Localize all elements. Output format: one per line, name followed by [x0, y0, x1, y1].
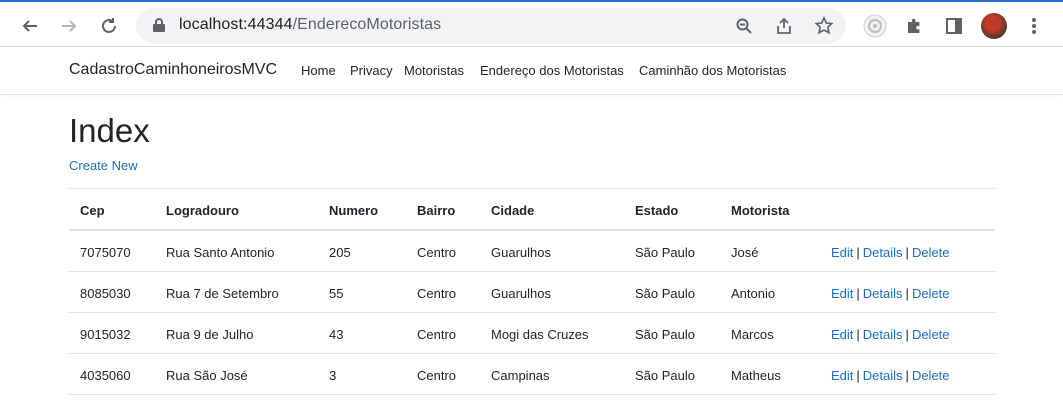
cell-cep: 7075070 — [80, 245, 131, 260]
edit-link[interactable]: Edit — [831, 327, 853, 342]
cell-logradouro: Rua 7 de Setembro — [166, 286, 279, 301]
cell-motorista: José — [731, 245, 759, 260]
nav-endereco-motoristas[interactable]: Endereço dos Motoristas — [480, 63, 624, 78]
table-row: 4035060 Rua São José 3 Centro Campinas S… — [69, 354, 995, 395]
table-row: 7075070 Rua Santo Antonio 205 Centro Gua… — [69, 231, 995, 272]
forward-button[interactable] — [55, 12, 83, 40]
action-separator: | — [905, 327, 909, 342]
row-actions: Edit | Details | Delete — [831, 327, 950, 342]
nav-caminhao-motoristas[interactable]: Caminhão dos Motoristas — [639, 63, 786, 78]
edit-link[interactable]: Edit — [831, 245, 853, 260]
header-motorista: Motorista — [731, 203, 790, 218]
header-logradouro: Logradouro — [166, 203, 239, 218]
bookmark-star-icon[interactable] — [813, 15, 835, 37]
reload-icon — [102, 18, 116, 33]
cell-logradouro: Rua Santo Antonio — [166, 245, 275, 260]
action-separator: | — [905, 368, 909, 383]
details-link[interactable]: Details — [863, 286, 903, 301]
action-separator: | — [856, 327, 860, 342]
delete-link[interactable]: Delete — [912, 245, 950, 260]
delete-link[interactable]: Delete — [912, 368, 950, 383]
table-row: 8085030 Rua 7 de Setembro 55 Centro Guar… — [69, 272, 995, 313]
cell-cep: 4035060 — [80, 368, 131, 383]
row-actions: Edit | Details | Delete — [831, 368, 950, 383]
page-title: Index — [69, 112, 150, 149]
zoom-icon[interactable] — [733, 15, 755, 37]
cell-cep: 9015032 — [80, 327, 131, 342]
edit-link[interactable]: Edit — [831, 286, 853, 301]
cell-numero: 43 — [329, 327, 344, 342]
details-link[interactable]: Details — [863, 368, 903, 383]
browser-toolbar: localhost:44344/EnderecoMotoristas — [0, 0, 1063, 47]
url-path: /EnderecoMotoristas — [292, 16, 442, 33]
forward-arrow-icon — [62, 20, 77, 32]
delete-link[interactable]: Delete — [912, 286, 950, 301]
action-separator: | — [905, 245, 909, 260]
action-separator: | — [856, 245, 860, 260]
cell-motorista: Antonio — [731, 286, 776, 301]
cell-estado: São Paulo — [635, 368, 695, 383]
nav-privacy[interactable]: Privacy — [350, 63, 393, 78]
cell-cidade: Mogi das Cruzes — [491, 327, 589, 342]
more-menu-icon[interactable] — [1020, 12, 1048, 40]
back-button[interactable] — [16, 12, 44, 40]
address-bar[interactable]: localhost:44344/EnderecoMotoristas — [136, 8, 846, 43]
header-bairro: Bairro — [417, 203, 456, 218]
action-separator: | — [905, 286, 909, 301]
cell-numero: 205 — [329, 245, 351, 260]
brand-link[interactable]: CadastroCaminhoneirosMVC — [69, 61, 277, 79]
side-panel-icon[interactable] — [940, 12, 968, 40]
cell-bairro: Centro — [417, 368, 457, 383]
site-navbar: CadastroCaminhoneirosMVC Home Privacy Mo… — [0, 47, 1063, 95]
header-estado: Estado — [635, 203, 679, 218]
action-separator: | — [856, 286, 860, 301]
cell-logradouro: Rua São José — [166, 368, 248, 383]
cell-bairro: Centro — [417, 286, 457, 301]
header-cidade: Cidade — [491, 203, 535, 218]
cell-numero: 3 — [329, 368, 337, 383]
address-table: Cep Logradouro Numero Bairro Cidade Esta… — [69, 188, 995, 395]
header-numero: Numero — [329, 203, 379, 218]
url-host: localhost:44344 — [179, 16, 293, 33]
cell-cidade: Campinas — [491, 368, 550, 383]
edit-link[interactable]: Edit — [831, 368, 853, 383]
cell-estado: São Paulo — [635, 327, 695, 342]
row-actions: Edit | Details | Delete — [831, 286, 950, 301]
cell-cidade: Guarulhos — [491, 286, 551, 301]
cell-cidade: Guarulhos — [491, 245, 551, 260]
cell-motorista: Marcos — [731, 327, 774, 342]
cell-motorista: Matheus — [731, 368, 781, 383]
details-link[interactable]: Details — [863, 245, 903, 260]
delete-link[interactable]: Delete — [912, 327, 950, 342]
cell-cep: 8085030 — [80, 286, 131, 301]
table-header-row: Cep Logradouro Numero Bairro Cidade Esta… — [69, 189, 995, 231]
extensions-puzzle-icon[interactable] — [900, 12, 928, 40]
reload-button[interactable] — [95, 12, 123, 40]
cell-bairro: Centro — [417, 327, 457, 342]
extension-circle-icon[interactable] — [861, 12, 889, 40]
share-icon[interactable] — [773, 15, 795, 37]
details-link[interactable]: Details — [863, 327, 903, 342]
action-separator: | — [856, 368, 860, 383]
profile-avatar[interactable] — [981, 13, 1007, 39]
cell-estado: São Paulo — [635, 286, 695, 301]
cell-estado: São Paulo — [635, 245, 695, 260]
url-text: localhost:44344/EnderecoMotoristas — [179, 16, 441, 34]
back-arrow-icon — [22, 20, 37, 32]
lock-icon[interactable] — [152, 17, 166, 33]
cell-numero: 55 — [329, 286, 344, 301]
cell-bairro: Centro — [417, 245, 457, 260]
nav-motoristas[interactable]: Motoristas — [404, 63, 464, 78]
nav-home[interactable]: Home — [301, 63, 336, 78]
table-row: 9015032 Rua 9 de Julho 43 Centro Mogi da… — [69, 313, 995, 354]
header-cep: Cep — [80, 203, 105, 218]
row-actions: Edit | Details | Delete — [831, 245, 950, 260]
create-new-link[interactable]: Create New — [69, 158, 138, 173]
cell-logradouro: Rua 9 de Julho — [166, 327, 254, 342]
